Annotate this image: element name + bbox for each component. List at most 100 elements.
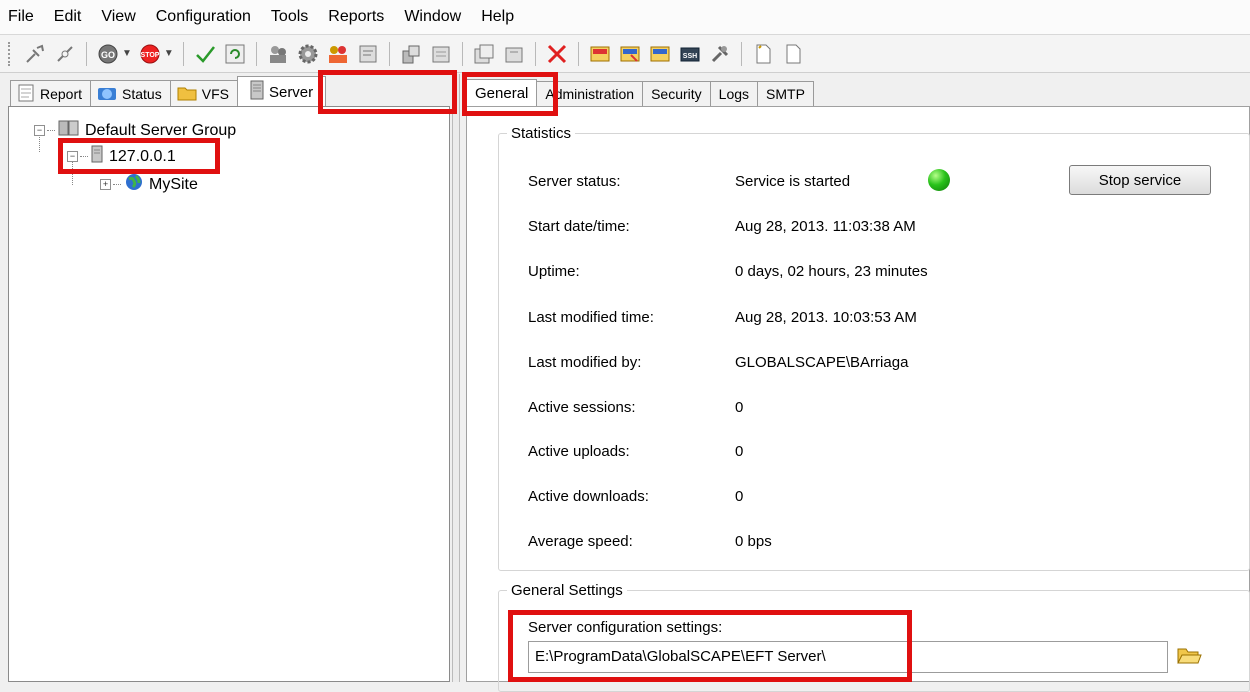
status-led-icon [928,169,950,191]
toolbar-separator [388,41,390,66]
share-icon[interactable] [398,41,424,67]
active-downloads-label: Active downloads: [528,488,649,505]
report-edit-icon[interactable] [647,41,673,67]
collapse-icon[interactable]: − [34,125,45,136]
general-settings-group: General Settings [498,582,1250,692]
tree-connector [80,156,88,157]
active-uploads-value: 0 [735,443,744,460]
toolbar-grip[interactable] [8,41,14,66]
menu-edit[interactable]: Edit [44,0,92,34]
menu-window[interactable]: Window [394,0,471,34]
left-tabs: Report Status VFS Server [10,76,327,107]
tree-node-site[interactable]: + MySite [100,172,198,197]
tab-vfs[interactable]: VFS [169,80,238,107]
tab-server[interactable]: Server [236,76,327,107]
active-sessions-label: Active sessions: [528,399,636,416]
active-uploads-label: Active uploads: [528,443,630,460]
connect-icon[interactable] [22,41,48,67]
tab-server-label: Server [268,83,314,101]
uptime-value: 0 days, 02 hours, 23 minutes [735,263,928,280]
tab-logs[interactable]: Logs [709,81,759,107]
config-settings-label: Server configuration settings: [528,619,723,636]
toolbar: GO ▼ STOP ▼ SSH [0,35,1250,73]
tab-vfs-label: VFS [201,86,229,102]
last-modified-time-label: Last modified time: [528,309,654,326]
average-speed-label: Average speed: [528,533,633,550]
tab-smtp[interactable]: SMTP [757,81,814,107]
tab-security[interactable]: Security [642,81,711,107]
active-downloads-value: 0 [735,488,744,505]
event-rule-copy-icon[interactable] [471,41,497,67]
server-icon [91,145,103,168]
last-modified-time-value: Aug 28, 2013. 10:03:53 AM [735,309,917,326]
globe-icon [124,172,144,197]
tab-general[interactable]: General [466,79,538,107]
apply-icon[interactable] [192,41,218,67]
event-rule-icon[interactable] [428,41,454,67]
report-icon[interactable] [587,41,613,67]
tab-report-label: Report [40,86,83,102]
last-modified-by-value: GLOBALSCAPE\BArriaga [735,354,909,371]
panel-splitter[interactable] [452,74,460,682]
tab-status[interactable]: Status [90,80,171,107]
menu-configuration[interactable]: Configuration [146,0,261,34]
tab-administration[interactable]: Administration [536,81,644,107]
report-run-icon[interactable] [617,41,643,67]
menu-bar: File Edit View Configuration Tools Repor… [0,0,1250,35]
server-status-label: Server status: [528,173,621,190]
site-icon[interactable] [355,41,381,67]
toolbar-separator [534,41,536,66]
menu-file[interactable]: File [0,0,44,34]
folder-icon [177,84,202,105]
tab-report[interactable]: Report [10,80,92,107]
new-rule-icon[interactable] [501,41,527,67]
stop-dropdown-icon[interactable]: ▼ [164,48,174,59]
tree-connector [47,130,55,131]
ssh-icon[interactable]: SSH [677,41,703,67]
tree-connector [113,184,121,185]
tree-node-server[interactable]: − 127.0.0.1 [67,145,176,168]
server-tree [8,106,450,682]
server-group-icon [58,119,80,142]
delete-icon[interactable] [544,41,570,67]
browse-folder-icon[interactable] [1176,645,1202,671]
svg-text:STOP: STOP [140,52,159,59]
stop-service-button[interactable]: Stop service [1069,165,1211,195]
stop-icon[interactable]: STOP [137,41,163,67]
server-status-value: Service is started [735,173,851,190]
blank-doc-icon[interactable] [780,41,806,67]
users-icon[interactable] [265,41,291,67]
menu-help[interactable]: Help [471,0,524,34]
right-tabs: General Administration Security Logs SMT… [466,79,814,107]
statistics-legend: Statistics [511,125,572,142]
average-speed-value: 0 bps [735,533,772,550]
tree-node-server-group[interactable]: − Default Server Group [34,119,236,142]
toolbar-separator [182,41,184,66]
refresh-icon[interactable] [222,41,248,67]
server-icon [250,80,269,104]
tools-icon[interactable] [707,41,733,67]
server-group-label: Default Server Group [85,121,237,139]
site-node-label: MySite [149,175,198,193]
menu-view[interactable]: View [91,0,145,34]
new-doc-icon[interactable] [750,41,776,67]
start-datetime-value: Aug 28, 2013. 11:03:38 AM [735,218,916,235]
config-path-field[interactable]: E:\ProgramData\GlobalSCAPE\EFT Server\ [528,641,1168,673]
status-icon [97,84,122,105]
tab-status-label: Status [122,86,162,102]
menu-reports[interactable]: Reports [318,0,394,34]
svg-text:SSH: SSH [683,53,697,60]
go-icon[interactable]: GO [95,41,121,67]
report-icon [17,84,40,105]
last-modified-by-label: Last modified by: [528,354,642,371]
active-sessions-value: 0 [735,399,744,416]
server-node-label: 127.0.0.1 [109,147,176,165]
toolbar-separator [255,41,257,66]
go-dropdown-icon[interactable]: ▼ [122,48,132,59]
collapse-icon[interactable]: − [67,151,78,162]
disconnect-icon[interactable] [52,41,78,67]
settings-icon[interactable] [295,41,321,67]
menu-tools[interactable]: Tools [261,0,318,34]
groups-icon[interactable] [325,41,351,67]
expand-icon[interactable]: + [100,179,111,190]
